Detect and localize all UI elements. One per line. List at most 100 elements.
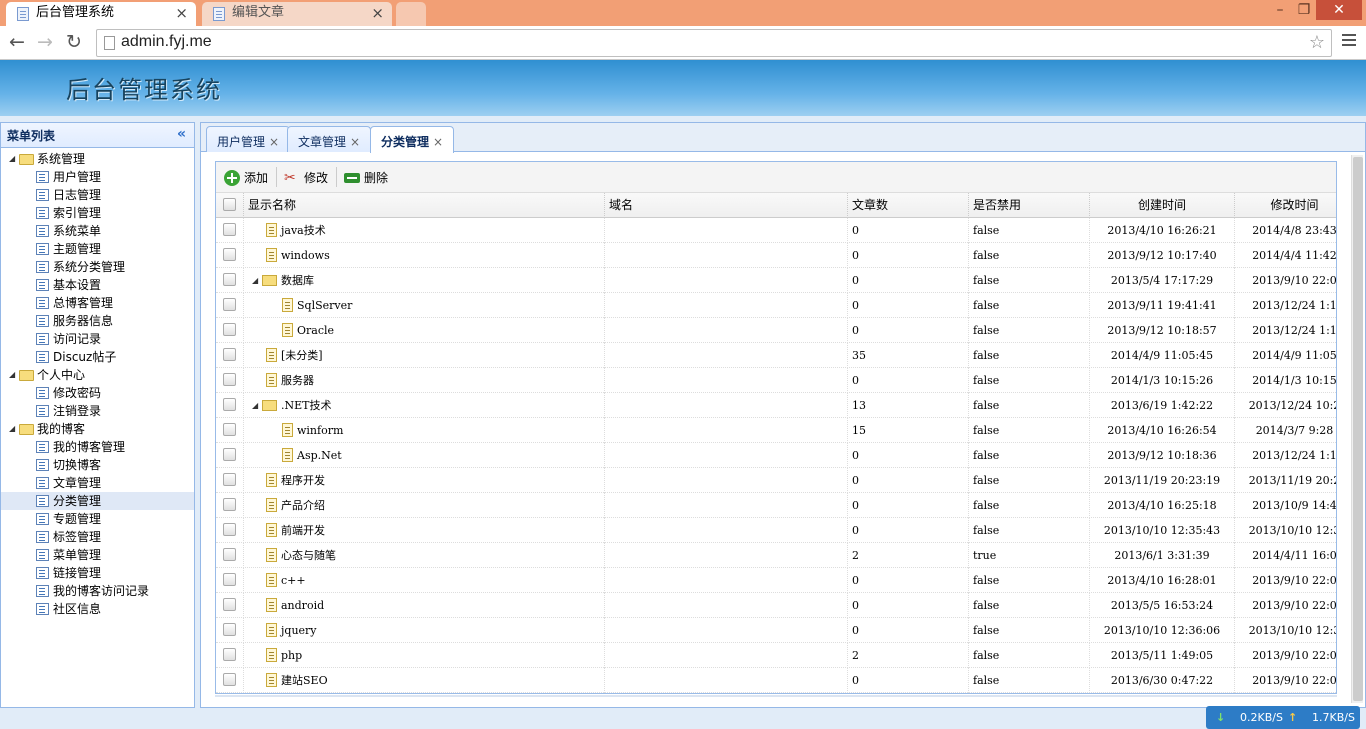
tab-close-icon[interactable]: × (371, 2, 384, 24)
row-checkbox[interactable] (223, 473, 236, 486)
sidebar-item[interactable]: 注销登录 (1, 402, 194, 420)
sidebar-item[interactable]: 服务器信息 (1, 312, 194, 330)
row-checkbox[interactable] (223, 498, 236, 511)
expand-arrow-icon[interactable]: ◢ (252, 268, 258, 293)
table-row[interactable]: winform 15 false 2013/4/10 16:26:54 2014/3/7… (216, 418, 1336, 443)
vertical-scrollbar[interactable] (1351, 155, 1363, 703)
horizontal-scrollbar[interactable] (215, 695, 1337, 697)
row-checkbox[interactable] (223, 623, 236, 636)
browser-tab-admin[interactable]: 后台管理系统 × (6, 2, 196, 26)
sidebar-item[interactable]: 标签管理 (1, 528, 194, 546)
tree-group[interactable]: ◢ 系统管理 (1, 150, 194, 168)
add-button[interactable]: 添加 (224, 169, 268, 187)
table-row[interactable]: 前端开发 0 false 2013/10/10 12:35:43 2013/10/10 … (216, 518, 1336, 543)
expand-arrow-icon[interactable]: ◢ (252, 393, 258, 418)
table-row[interactable]: ◢ .NET技术 13 false 2013/6/19 1:42:22 2013/12/2… (216, 393, 1336, 418)
row-checkbox[interactable] (223, 448, 236, 461)
row-checkbox[interactable] (223, 398, 236, 411)
expand-arrow-icon[interactable]: ◢ (9, 420, 15, 438)
new-tab-button[interactable] (396, 2, 426, 26)
window-close-button[interactable]: ✕ (1316, 0, 1362, 20)
row-checkbox[interactable] (223, 548, 236, 561)
row-checkbox[interactable] (223, 523, 236, 536)
sidebar-item[interactable]: 修改密码 (1, 384, 194, 402)
sidebar-item[interactable]: 索引管理 (1, 204, 194, 222)
reload-icon[interactable]: ↻ (63, 30, 85, 54)
sidebar-item[interactable]: 我的博客访问记录 (1, 582, 194, 600)
row-checkbox[interactable] (223, 348, 236, 361)
row-checkbox[interactable] (223, 298, 236, 311)
row-checkbox[interactable] (223, 573, 236, 586)
edit-button[interactable]: ✂ 修改 (284, 169, 328, 187)
sidebar-item[interactable]: 总博客管理 (1, 294, 194, 312)
column-header[interactable]: 显示名称 (244, 193, 605, 218)
sidebar-item[interactable]: 专题管理 (1, 510, 194, 528)
row-checkbox[interactable] (223, 273, 236, 286)
minimize-button[interactable]: – (1268, 0, 1292, 20)
sidebar-item[interactable]: 用户管理 (1, 168, 194, 186)
tab-article-management[interactable]: 文章管理 × (287, 126, 372, 152)
table-row[interactable]: ◢ 数据库 0 false 2013/5/4 17:17:29 2013/9/10 22:… (216, 268, 1336, 293)
row-checkbox[interactable] (223, 248, 236, 261)
row-checkbox[interactable] (223, 598, 236, 611)
sidebar-item[interactable]: 文章管理 (1, 474, 194, 492)
column-header[interactable]: 创建时间 (1090, 193, 1235, 218)
expand-arrow-icon[interactable]: ◢ (9, 366, 15, 384)
column-header[interactable]: 文章数 (848, 193, 969, 218)
table-row[interactable]: Asp.Net 0 false 2013/9/12 10:18:36 2013/12/2… (216, 443, 1336, 468)
sidebar-item[interactable]: 菜单管理 (1, 546, 194, 564)
tab-close-icon[interactable]: × (175, 2, 188, 24)
column-header[interactable]: 域名 (605, 193, 848, 218)
row-checkbox[interactable] (223, 423, 236, 436)
sidebar-item[interactable]: 分类管理 (1, 492, 194, 510)
table-row[interactable]: jquery 0 false 2013/10/10 12:36:06 2013/10/1… (216, 618, 1336, 643)
tab-close-icon[interactable]: × (433, 135, 443, 149)
select-all-checkbox[interactable] (223, 198, 236, 211)
forward-icon[interactable]: → (34, 30, 56, 54)
table-row[interactable]: 程序开发 0 false 2013/11/19 20:23:19 2013/11/19 … (216, 468, 1336, 493)
row-checkbox[interactable] (223, 373, 236, 386)
sidebar-item[interactable]: 系统菜单 (1, 222, 194, 240)
tree-group[interactable]: ◢ 我的博客 (1, 420, 194, 438)
table-row[interactable]: SqlServer 0 false 2013/9/11 19:41:41 2013/12… (216, 293, 1336, 318)
sidebar-item[interactable]: 社区信息 (1, 600, 194, 618)
table-row[interactable]: 服务器 0 false 2014/1/3 10:15:26 2014/1/3 10:15 (216, 368, 1336, 393)
table-row[interactable]: windows 0 false 2013/9/12 10:17:40 2014/4/4 … (216, 243, 1336, 268)
tab-category-management[interactable]: 分类管理 × (370, 126, 455, 153)
table-row[interactable]: 产品介绍 0 false 2013/4/10 16:25:18 2013/10/9 14… (216, 493, 1336, 518)
bookmark-star-icon[interactable]: ☆ (1309, 32, 1325, 53)
table-row[interactable]: 建站SEO 0 false 2013/6/30 0:47:22 2013/9/10 22… (216, 668, 1336, 693)
sidebar-item[interactable]: 访问记录 (1, 330, 194, 348)
url-text[interactable]: admin.fyj.me (121, 33, 212, 51)
back-icon[interactable]: ← (6, 30, 28, 54)
tree-group[interactable]: ◢ 个人中心 (1, 366, 194, 384)
table-row[interactable]: c++ 0 false 2013/4/10 16:28:01 2013/9/10 22:… (216, 568, 1336, 593)
table-row[interactable]: php 2 false 2013/5/11 1:49:05 2013/9/10 22:0 (216, 643, 1336, 668)
column-header[interactable]: 是否禁用 (969, 193, 1090, 218)
sidebar-item[interactable]: 链接管理 (1, 564, 194, 582)
sidebar-item[interactable]: 基本设置 (1, 276, 194, 294)
collapse-icon[interactable]: « (177, 126, 186, 142)
table-row[interactable]: Oracle 0 false 2013/9/12 10:18:57 2013/12/24… (216, 318, 1336, 343)
row-checkbox[interactable] (223, 223, 236, 236)
expand-arrow-icon[interactable]: ◢ (9, 150, 15, 168)
scrollbar-thumb[interactable] (1353, 157, 1363, 701)
table-row[interactable]: 心态与随笔 2 true 2013/6/1 3:31:39 2014/4/11 16:0 (216, 543, 1336, 568)
sidebar-item[interactable]: Discuz帖子 (1, 348, 194, 366)
table-row[interactable]: [未分类] 35 false 2014/4/9 11:05:45 2014/4/9 11… (216, 343, 1336, 368)
restore-button[interactable]: ❐ (1292, 0, 1316, 20)
tab-close-icon[interactable]: × (269, 135, 279, 149)
tab-close-icon[interactable]: × (350, 135, 360, 149)
browser-menu-icon[interactable] (1342, 34, 1356, 36)
sidebar-item[interactable]: 系统分类管理 (1, 258, 194, 276)
column-header[interactable]: 修改时间 (1235, 193, 1336, 218)
delete-button[interactable]: 删除 (344, 169, 388, 187)
row-checkbox[interactable] (223, 323, 236, 336)
tab-user-management[interactable]: 用户管理 × (206, 126, 291, 152)
row-checkbox[interactable] (223, 673, 236, 686)
table-row[interactable]: android 0 false 2013/5/5 16:53:24 2013/9/10 … (216, 593, 1336, 618)
sidebar-item[interactable]: 日志管理 (1, 186, 194, 204)
row-checkbox[interactable] (223, 648, 236, 661)
table-row[interactable]: java技术 0 false 2013/4/10 16:26:21 2014/4/8 2… (216, 218, 1336, 243)
sidebar-item[interactable]: 我的博客管理 (1, 438, 194, 456)
